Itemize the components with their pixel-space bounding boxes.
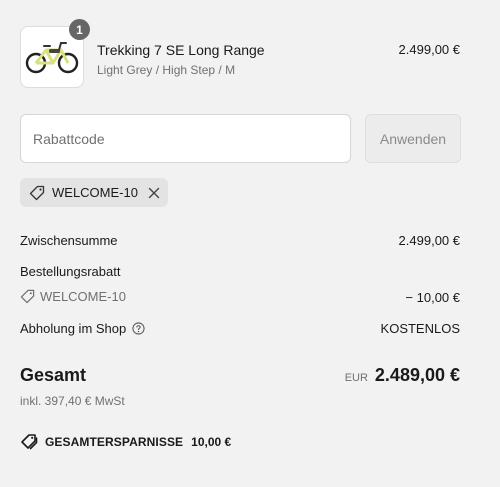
applied-discount-tag: WELCOME-10 bbox=[20, 178, 168, 207]
total-savings: GESAMTERSPARNISSE 10,00 € bbox=[20, 433, 231, 451]
total-label: Gesamt bbox=[20, 365, 87, 385]
help-circle-icon[interactable] bbox=[132, 322, 145, 335]
applied-discount-code: WELCOME-10 bbox=[52, 185, 138, 200]
savings-value: 10,00 € bbox=[191, 435, 232, 449]
total-currency: EUR bbox=[344, 372, 368, 384]
subtotal-label: Zwischensumme bbox=[20, 233, 118, 248]
pickup-label: Abholung im Shop bbox=[20, 321, 127, 336]
subtotal-value: 2.499,00 € bbox=[398, 233, 460, 248]
pickup-line: Abholung im Shop bbox=[20, 321, 145, 336]
product-price: 2.499,00 € bbox=[398, 42, 460, 57]
quantity-badge: 1 bbox=[69, 19, 90, 40]
product-variant: Light Grey / High Step / M bbox=[97, 63, 236, 77]
discount-code-text: WELCOME-10 bbox=[40, 289, 126, 304]
double-tag-icon bbox=[20, 433, 38, 451]
checkout-summary: 1 Trekking 7 SE Long Range Light Grey / … bbox=[0, 0, 500, 487]
tag-icon bbox=[20, 289, 35, 304]
apply-discount-button[interactable]: Anwenden bbox=[365, 114, 461, 163]
tag-icon bbox=[29, 185, 45, 201]
discount-code-line: WELCOME-10 bbox=[20, 289, 126, 304]
bike-image bbox=[25, 42, 79, 74]
discount-value: − 10,00 € bbox=[405, 290, 460, 305]
tax-note: inkl. 397,40 € MwSt bbox=[20, 394, 125, 408]
total-amount: 2.489,00 € bbox=[374, 365, 460, 385]
savings-label: GESAMTERSPARNISSE bbox=[45, 435, 184, 449]
close-icon[interactable] bbox=[147, 186, 161, 200]
product-name: Trekking 7 SE Long Range bbox=[97, 42, 265, 58]
pickup-value: KOSTENLOS bbox=[380, 321, 460, 336]
order-discount-label: Bestellungsrabatt bbox=[20, 264, 121, 279]
total-value-wrap: EUR 2.489,00 € bbox=[345, 365, 460, 386]
discount-code-input[interactable] bbox=[20, 114, 351, 163]
